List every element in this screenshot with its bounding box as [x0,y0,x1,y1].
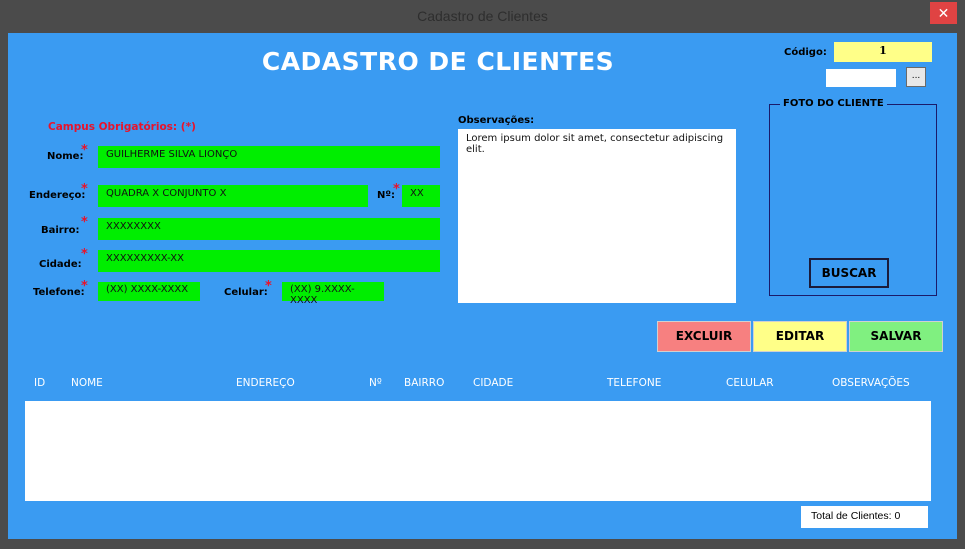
bairro-label: Bairro: [41,225,80,236]
column-header-cidade: CIDADE [473,377,514,389]
telefone-label: Telefone: [33,287,85,298]
code-extra-field[interactable] [826,69,896,87]
telefone-field[interactable]: (XX) XXXX-XXXX [98,282,200,301]
column-header-numero: Nº [369,377,382,389]
column-header-observacoes: OBSERVAÇÕES [832,377,910,389]
celular-label: Celular: [224,287,268,298]
observacoes-textarea[interactable]: Lorem ipsum dolor sit amet, consectetur … [458,129,736,303]
celular-field[interactable]: (XX) 9.XXXX-XXXX [282,282,384,306]
total-clients-label: Total de Clientes: 0 [801,506,928,528]
nome-field[interactable]: GUILHERME SILVA LIONÇO [98,146,440,168]
photo-label: FOTO DO CLIENTE [780,98,887,109]
browse-button[interactable]: ... [906,67,926,87]
excluir-button[interactable]: EXCLUIR [657,321,751,352]
endereco-field[interactable]: QUADRA X CONJUNTO X [98,185,368,207]
bairro-field[interactable]: XXXXXXXX [98,218,440,240]
bairro-required-mark: * [81,215,88,230]
form-heading: CADASTRO DE CLIENTES [261,47,615,76]
clients-list[interactable] [25,401,931,501]
code-field[interactable]: 1 [834,42,932,62]
column-header-nome: NOME [71,377,103,389]
endereco-required-mark: * [81,182,88,197]
column-header-id: ID [34,377,46,389]
app-window: Cadastro de Clientes ✕ CADASTRO DE CLIEN… [0,0,965,549]
column-header-bairro: BAIRRO [404,377,445,389]
nome-required-mark: * [81,143,88,158]
observacoes-label: Observações: [458,115,535,126]
code-label: Código: [784,47,827,58]
endereco-label: Endereço: [29,190,86,201]
title-bar: Cadastro de Clientes ✕ [0,0,965,33]
cidade-label: Cidade: [39,259,82,270]
window-title: Cadastro de Clientes [417,8,548,24]
salvar-button[interactable]: SALVAR [849,321,943,352]
cidade-field[interactable]: XXXXXXXXX-XX [98,250,440,272]
cidade-required-mark: * [81,247,88,262]
numero-field[interactable]: XX [402,185,440,207]
required-note: Campus Obrigatórios: (*) [48,121,196,133]
column-header-celular: CELULAR [726,377,774,389]
celular-required-mark: * [265,279,272,294]
nome-label: Nome: [47,151,84,162]
close-button[interactable]: ✕ [930,2,957,24]
column-header-endereco: ENDEREÇO [236,377,295,389]
column-header-telefone: TELEFONE [607,377,662,389]
search-photo-button[interactable]: BUSCAR [809,258,889,288]
editar-button[interactable]: EDITAR [753,321,847,352]
telefone-required-mark: * [81,279,88,294]
client-form: CADASTRO DE CLIENTES Código: 1 ... Campu… [8,33,957,539]
numero-required-mark: * [393,182,400,197]
